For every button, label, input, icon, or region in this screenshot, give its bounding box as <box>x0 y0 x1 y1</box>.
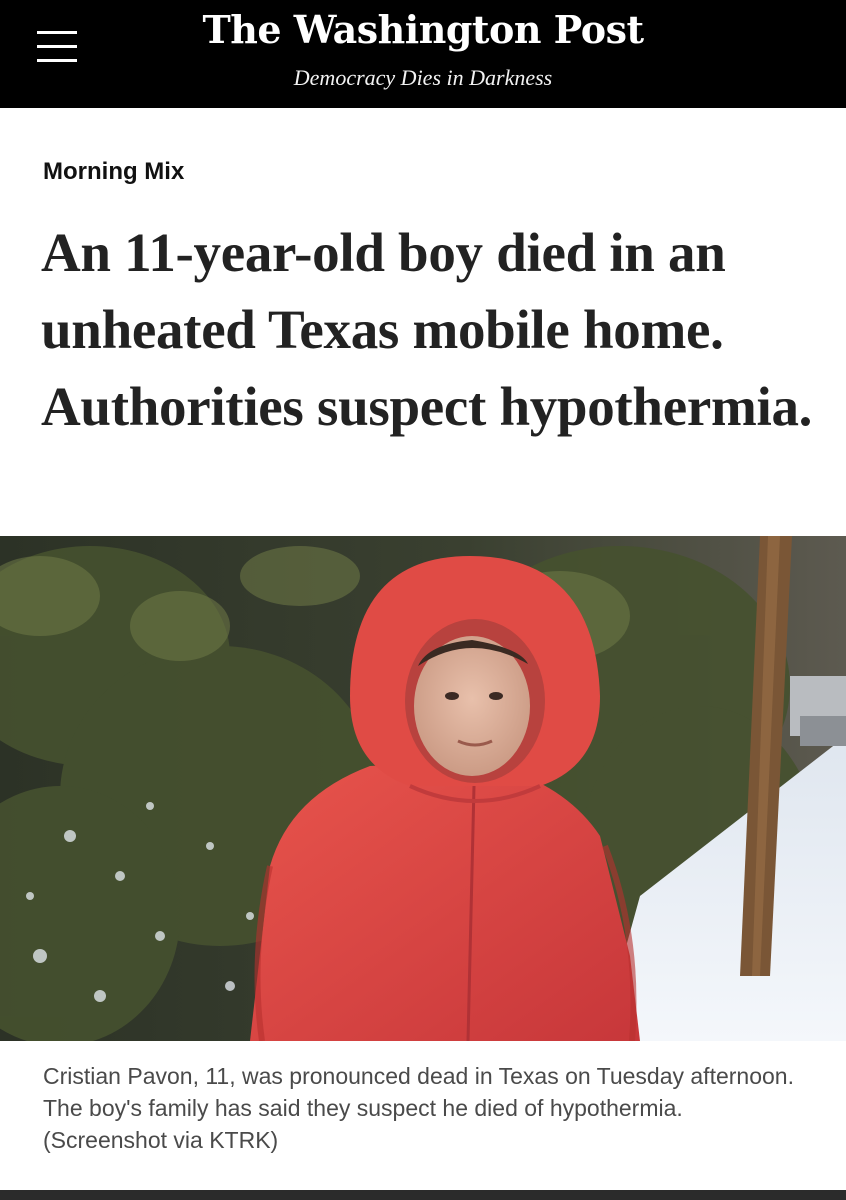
bottom-divider <box>0 1190 846 1200</box>
section-label[interactable]: Morning Mix <box>43 158 184 186</box>
top-navigation-bar: The Washington Post Democracy Dies in Da… <box>0 0 846 108</box>
menu-line <box>37 31 77 34</box>
menu-line <box>37 59 77 62</box>
site-tagline: Democracy Dies in Darkness <box>293 65 553 90</box>
article-photo <box>0 536 846 1041</box>
masthead[interactable]: The Washington Post Democracy Dies in Da… <box>200 0 646 91</box>
site-logo[interactable]: The Washington Post <box>200 8 646 52</box>
photo-caption: Cristian Pavon, 11, was pronounced dead … <box>43 1063 794 1153</box>
menu-line <box>37 45 77 48</box>
article-headline: An 11-year-old boy died in an unheated T… <box>41 222 813 437</box>
hamburger-menu-icon[interactable] <box>37 28 77 64</box>
